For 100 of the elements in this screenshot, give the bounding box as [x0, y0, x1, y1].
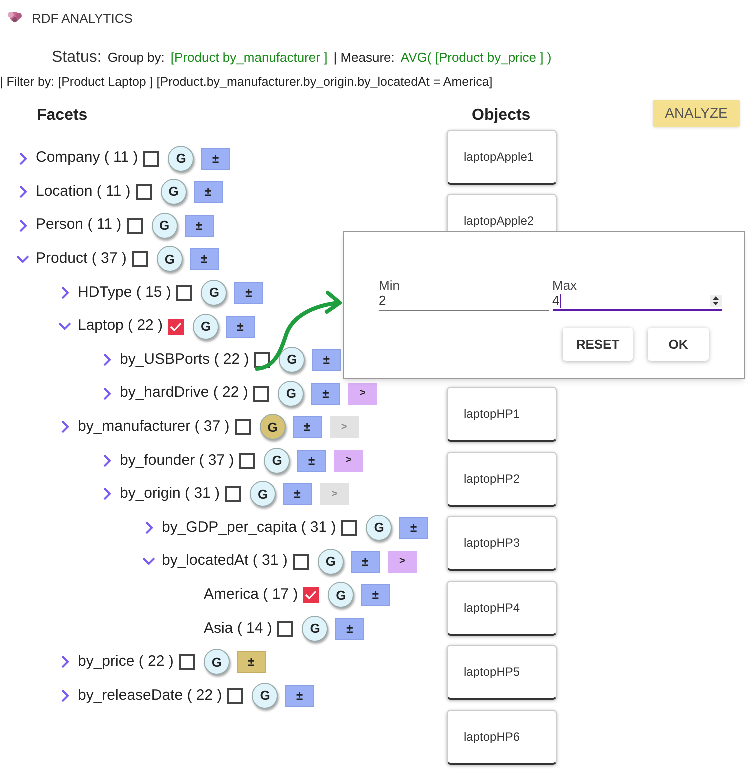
group-button[interactable]: G: [160, 179, 187, 206]
facet-label: by_founder ( 37 ): [120, 450, 234, 471]
facets-heading: Facets: [36, 106, 89, 126]
chevron-down-icon[interactable]: [142, 557, 156, 566]
range-button[interactable]: ±: [361, 584, 390, 606]
range-button[interactable]: ±: [350, 550, 380, 573]
object-card[interactable]: laptopHP1: [447, 387, 557, 442]
object-card[interactable]: laptopHP5: [447, 645, 557, 700]
range-button[interactable]: ±: [292, 416, 322, 438]
range-button[interactable]: ±: [234, 282, 264, 304]
facet-label: Company ( 11 ): [36, 148, 138, 168]
checkbox[interactable]: [277, 620, 294, 637]
chevron-right-icon[interactable]: [144, 521, 154, 536]
object-card[interactable]: laptopHP2: [447, 452, 557, 507]
range-button[interactable]: ±: [312, 349, 342, 372]
group-button[interactable]: G: [279, 347, 306, 374]
checkbox[interactable]: [303, 587, 320, 604]
filter-text: | Filter by: [Product Laptop ] [Product.by_manufacturer.by_origin.by_locatedAt = America]: [0, 74, 493, 91]
objects-heading: Objects: [471, 106, 531, 126]
object-card[interactable]: laptopHP6: [447, 710, 557, 765]
chevron-right-icon[interactable]: [18, 152, 28, 166]
analyze-button[interactable]: ANALYZE: [653, 100, 740, 127]
next-button[interactable]: >: [348, 382, 378, 405]
chevron-right-icon[interactable]: [60, 286, 70, 300]
object-card[interactable]: laptopHP4: [447, 580, 557, 636]
checkbox[interactable]: [126, 218, 143, 234]
group-button[interactable]: G: [260, 414, 286, 440]
spinner-icon[interactable]: [712, 294, 720, 306]
checkbox[interactable]: [143, 150, 160, 167]
group-button[interactable]: G: [366, 515, 392, 542]
ok-button[interactable]: OK: [648, 328, 709, 361]
range-button[interactable]: ±: [311, 382, 340, 405]
checkbox[interactable]: [176, 284, 192, 301]
checkbox[interactable]: [239, 452, 256, 469]
group-button[interactable]: G: [278, 380, 304, 407]
range-button[interactable]: ±: [297, 450, 326, 472]
chevron-right-icon[interactable]: [18, 185, 28, 200]
chevron-right-icon[interactable]: [18, 218, 28, 233]
checkbox[interactable]: [227, 688, 244, 704]
next-button[interactable]: >: [334, 450, 364, 472]
group-button[interactable]: G: [156, 246, 183, 272]
chevron-right-icon[interactable]: [60, 689, 70, 704]
checkbox[interactable]: [253, 386, 270, 402]
checkbox[interactable]: [136, 184, 152, 200]
chevron-right-icon[interactable]: [102, 454, 112, 468]
object-card[interactable]: laptopApple1: [447, 130, 557, 185]
facet-label: Asia ( 14 ): [204, 618, 272, 639]
min-field[interactable]: 2: [379, 292, 548, 311]
group-button[interactable]: G: [168, 146, 194, 172]
chevron-down-icon[interactable]: [58, 322, 72, 332]
facet-label: by_manufacturer ( 37 ): [78, 417, 230, 438]
object-card[interactable]: laptopHP3: [447, 516, 557, 572]
group-button[interactable]: G: [302, 616, 328, 642]
group-button[interactable]: G: [201, 280, 228, 306]
range-button[interactable]: ±: [399, 517, 428, 540]
range-button[interactable]: ±: [194, 181, 223, 204]
group-button[interactable]: G: [204, 649, 230, 676]
max-field[interactable]: 4: [552, 292, 722, 311]
facet-label: HDType ( 15 ): [78, 282, 172, 303]
next-button: >: [330, 416, 359, 438]
range-button[interactable]: ±: [236, 651, 266, 674]
group-by-value: [Product by_manufacturer ]: [170, 49, 328, 67]
checkbox[interactable]: [292, 554, 309, 570]
range-button[interactable]: ±: [201, 148, 230, 170]
chevron-right-icon[interactable]: [60, 420, 70, 434]
app-title: RDF ANALYTICS: [32, 10, 133, 28]
range-button[interactable]: ±: [184, 214, 214, 237]
facet-label: Location ( 11 ): [36, 182, 131, 202]
next-button[interactable]: >: [388, 550, 417, 573]
chevron-right-icon[interactable]: [102, 353, 112, 368]
group-button[interactable]: G: [328, 582, 354, 608]
range-button[interactable]: ±: [285, 685, 314, 708]
facet-label: by_origin ( 31 ): [120, 484, 220, 504]
checkbox[interactable]: [234, 419, 251, 436]
range-button[interactable]: ±: [190, 248, 219, 270]
max-label: Max: [552, 279, 578, 292]
group-button[interactable]: G: [250, 481, 276, 508]
checkbox[interactable]: [168, 318, 184, 335]
checkbox[interactable]: [132, 251, 148, 268]
facet-label: by_hardDrive ( 22 ): [120, 383, 248, 404]
chevron-right-icon[interactable]: [60, 655, 70, 670]
group-button[interactable]: G: [152, 212, 178, 239]
range-button[interactable]: ±: [283, 483, 312, 506]
checkbox[interactable]: [341, 520, 358, 536]
group-button[interactable]: G: [264, 448, 290, 474]
facet-label: Product ( 37 ): [36, 249, 127, 270]
range-button[interactable]: ±: [226, 316, 256, 338]
checkbox[interactable]: [178, 654, 195, 670]
chevron-down-icon[interactable]: [16, 254, 30, 264]
chevron-right-icon[interactable]: [102, 386, 112, 401]
facet-label: by_GDP_per_capita ( 31 ): [162, 518, 336, 538]
chevron-right-icon[interactable]: [102, 487, 112, 502]
range-button[interactable]: ±: [335, 618, 364, 640]
reset-button[interactable]: RESET: [563, 328, 633, 361]
checkbox[interactable]: [225, 486, 242, 502]
group-button[interactable]: G: [252, 683, 278, 710]
facet-label: by_releaseDate ( 22 ): [78, 686, 222, 706]
group-button[interactable]: G: [193, 314, 220, 340]
group-button[interactable]: G: [318, 548, 344, 575]
measure-value: AVG( [Product by_price ] ): [400, 49, 552, 67]
